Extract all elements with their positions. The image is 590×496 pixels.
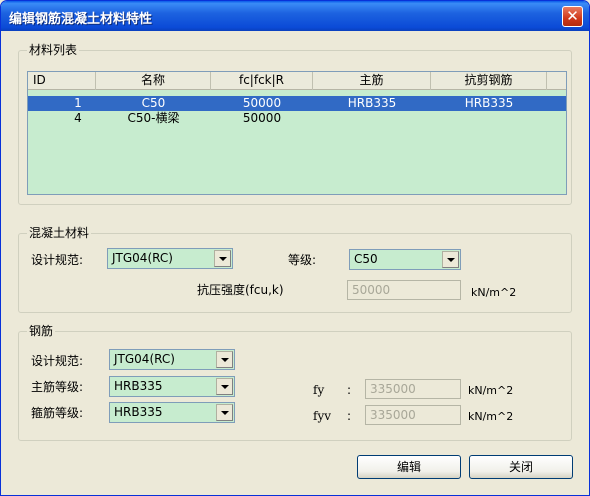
stirrup-grade-label: 箍筋等级: xyxy=(31,406,84,420)
dialog-window: 编辑钢筋混凝土材料特性 ✕ 材料列表 ID 名称 fc|fck|R 主筋 抗剪钢… xyxy=(0,0,590,496)
concrete-code-label: 设计规范: xyxy=(31,253,84,267)
fy-field: 335000 xyxy=(365,379,461,399)
close-icon: ✕ xyxy=(566,7,579,25)
fy-value: 335000 xyxy=(370,382,416,396)
fyv-field: 335000 xyxy=(365,405,461,425)
concrete-group-label: 混凝土材料 xyxy=(27,226,92,240)
window-title: 编辑钢筋混凝土材料特性 xyxy=(9,12,153,27)
cell-main-rebar: HRB335 xyxy=(347,96,397,110)
compressive-strength-unit: kN/m^2 xyxy=(471,286,517,299)
fy-unit: kN/m^2 xyxy=(468,384,514,397)
chevron-down-icon[interactable] xyxy=(216,351,233,368)
column-header-id[interactable]: ID xyxy=(28,72,96,90)
fyv-unit: kN/m^2 xyxy=(468,410,514,423)
concrete-code-select[interactable]: JTG04(RC) xyxy=(107,248,233,269)
cell-name: C50 xyxy=(141,96,166,110)
column-header-shear-rebar[interactable]: 抗剪钢筋 xyxy=(431,72,547,90)
fyv-label: fyv xyxy=(313,409,331,423)
compressive-strength-label: 抗压强度(fcu,k) xyxy=(197,283,284,297)
close-window-button[interactable]: ✕ xyxy=(562,6,583,27)
rebar-code-label: 设计规范: xyxy=(31,354,84,368)
concrete-grade-label: 等级: xyxy=(288,253,317,267)
material-list-header: ID 名称 fc|fck|R 主筋 抗剪钢筋 xyxy=(28,72,566,90)
cell-fc: 50000 xyxy=(242,111,282,125)
rebar-code-select[interactable]: JTG04(RC) xyxy=(109,349,235,370)
cell-name: C50-横梁 xyxy=(127,111,180,125)
material-list[interactable]: ID 名称 fc|fck|R 主筋 抗剪钢筋 1 C50 50000 HRB33… xyxy=(27,71,567,195)
cell-shear-rebar: HRB335 xyxy=(464,96,514,110)
cell-shear-rebar xyxy=(431,111,547,126)
concrete-grade-value: C50 xyxy=(354,252,378,266)
column-header-name[interactable]: 名称 xyxy=(96,72,211,90)
chevron-down-icon[interactable] xyxy=(214,250,231,267)
rebar-code-value: JTG04(RC) xyxy=(114,352,175,366)
cell-fc: 50000 xyxy=(242,96,282,110)
table-row[interactable]: 1 C50 50000 HRB335 HRB335 xyxy=(28,96,566,111)
concrete-grade-select[interactable]: C50 xyxy=(349,249,461,270)
table-row[interactable]: 4 C50-横梁 50000 xyxy=(28,111,566,126)
concrete-group: 混凝土材料 xyxy=(18,226,572,313)
chevron-down-icon[interactable] xyxy=(216,378,233,395)
column-header-fc[interactable]: fc|fck|R xyxy=(211,72,313,90)
fy-label: fy xyxy=(313,383,325,397)
fyv-colon: : xyxy=(347,409,352,423)
concrete-code-value: JTG04(RC) xyxy=(112,251,173,265)
column-header-main-rebar[interactable]: 主筋 xyxy=(313,72,431,90)
material-list-group-label: 材料列表 xyxy=(27,43,80,57)
edit-button[interactable]: 编辑 xyxy=(357,455,461,479)
stirrup-grade-value: HRB335 xyxy=(114,405,163,419)
main-rebar-grade-value: HRB335 xyxy=(114,379,163,393)
main-rebar-grade-label: 主筋等级: xyxy=(31,380,84,394)
compressive-strength-field: 50000 xyxy=(347,280,461,300)
fyv-value: 335000 xyxy=(370,408,416,422)
main-rebar-grade-select[interactable]: HRB335 xyxy=(109,376,235,397)
close-button[interactable]: 关闭 xyxy=(469,455,573,479)
stirrup-grade-select[interactable]: HRB335 xyxy=(109,402,235,423)
rebar-group-label: 钢筋 xyxy=(27,324,56,338)
chevron-down-icon[interactable] xyxy=(216,404,233,421)
compressive-strength-value: 50000 xyxy=(352,283,391,297)
title-bar[interactable]: 编辑钢筋混凝土材料特性 ✕ xyxy=(1,1,589,31)
fy-colon: : xyxy=(347,383,352,397)
chevron-down-icon[interactable] xyxy=(442,251,459,268)
cell-main-rebar xyxy=(313,111,431,126)
